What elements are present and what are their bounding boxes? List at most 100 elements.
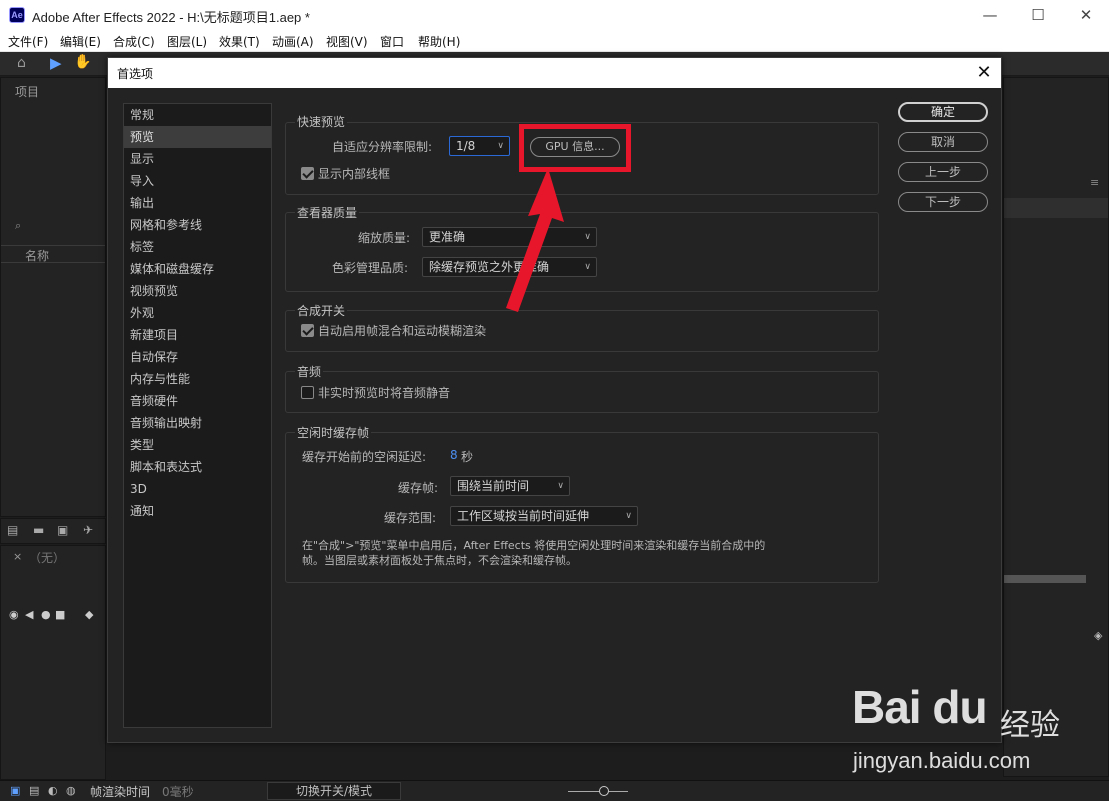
window-title: Adobe After Effects 2022 - H:\无标题项目1.aep… <box>32 10 310 25</box>
project-tab[interactable]: 项目 <box>15 83 39 100</box>
sidebar-item-preview[interactable]: 预览 <box>124 126 271 148</box>
idle-delay-unit: 秒 <box>461 450 474 464</box>
zoom-quality-label: 缩放质量: <box>358 231 411 245</box>
sidebar-item-general[interactable]: 常规 <box>124 104 271 126</box>
auto-enable-frame-blend-label: 自动启用帧混合和运动模糊渲染 <box>318 324 487 338</box>
color-management-label: 色彩管理品质: <box>332 261 409 275</box>
after-effects-logo-icon: Ae <box>9 7 25 23</box>
graph-icon[interactable]: ◐ <box>48 784 58 797</box>
chevron-down-icon: ∨ <box>584 232 591 242</box>
sidebar-item-new-project[interactable]: 新建项目 <box>124 324 271 346</box>
sidebar-item-notifications[interactable]: 通知 <box>124 500 271 522</box>
sidebar-item-video-preview[interactable]: 视频预览 <box>124 280 271 302</box>
idle-cache-note-line1: 在"合成">"预览"菜单中启用后，After Effects 将使用空闲处理时间… <box>302 539 766 552</box>
zoom-slider-track[interactable] <box>568 791 628 792</box>
menu-view[interactable]: 视图(V) <box>326 33 368 50</box>
project-panel: 项目 ⌕ 名称 <box>0 77 106 517</box>
cancel-button[interactable]: 取消 <box>898 132 988 152</box>
selection-tool-icon[interactable]: ▶ <box>50 54 62 72</box>
dialog-close-button[interactable]: ✕ <box>972 61 996 85</box>
status-bar: ▣ ▤ ◐ ◍ 帧渲染时间 0毫秒 切换开关/模式 <box>0 780 1109 801</box>
sidebar-item-memory-performance[interactable]: 内存与性能 <box>124 368 271 390</box>
dialog-titlebar: 首选项 ✕ <box>108 58 1001 88</box>
mute-audio-checkbox[interactable] <box>301 386 314 399</box>
interpret-footage-icon[interactable]: ▤ <box>7 523 18 537</box>
zoom-slider-handle[interactable] <box>599 786 609 796</box>
home-icon[interactable]: ⌂ <box>17 55 26 71</box>
sidebar-item-grids-guides[interactable]: 网格和参考线 <box>124 214 271 236</box>
menu-edit[interactable]: 编辑(E) <box>60 33 101 50</box>
layer-switch-icon[interactable]: ▣ <box>10 784 20 797</box>
sidebar-item-appearance[interactable]: 外观 <box>124 302 271 324</box>
chevron-down-icon: ∨ <box>497 141 504 151</box>
minimize-button[interactable]: — <box>967 2 1013 28</box>
watermark-url: jingyan.baidu.com <box>853 748 1031 773</box>
viewer-quality-group <box>285 212 879 292</box>
cache-range-label: 缓存范围: <box>384 511 437 525</box>
label-tag-icon[interactable]: ◆ <box>85 608 93 621</box>
speaker-icon[interactable]: ◍ <box>66 784 76 797</box>
visibility-icon[interactable]: ◉ <box>9 608 19 621</box>
close-comp-tab-icon[interactable]: × <box>13 550 22 563</box>
idle-delay-label: 缓存开始前的空闲延迟: <box>302 450 427 464</box>
sidebar-item-auto-save[interactable]: 自动保存 <box>124 346 271 368</box>
timeline-nav-icon[interactable]: ◈ <box>1094 629 1102 642</box>
idle-delay-value[interactable]: 8 <box>450 448 458 462</box>
cache-frames-dropdown[interactable]: 围绕当前时间 ∨ <box>450 476 570 496</box>
hand-tool-icon[interactable]: ✋ <box>74 54 91 70</box>
baidu-logo-icon: Bai du <box>852 681 988 733</box>
idle-cache-note-line2: 帧。当图层或素材面板处于焦点时，不会渲染和缓存帧。 <box>302 554 577 567</box>
show-wireframe-label: 显示内部线框 <box>318 167 391 181</box>
previous-button[interactable]: 上一步 <box>898 162 988 182</box>
cache-frames-value: 围绕当前时间 <box>457 479 530 493</box>
solo-icon[interactable]: ● <box>41 608 51 621</box>
frame-render-time-label: 帧渲染时间 <box>90 785 151 799</box>
sidebar-item-scripting-expressions[interactable]: 脚本和表达式 <box>124 456 271 478</box>
sidebar-item-audio-output-mapping[interactable]: 音频输出映射 <box>124 412 271 434</box>
dialog-title: 首选项 <box>117 67 154 81</box>
sidebar-item-labels[interactable]: 标签 <box>124 236 271 258</box>
cache-range-dropdown[interactable]: 工作区域按当前时间延伸 ∨ <box>450 506 638 526</box>
menu-file[interactable]: 文件(F) <box>8 33 48 50</box>
right-scrollbar[interactable] <box>1004 575 1086 583</box>
adaptive-resolution-label: 自适应分辨率限制: <box>332 140 433 154</box>
folder-icon[interactable]: ▬ <box>33 523 44 537</box>
sidebar-item-3d[interactable]: 3D <box>124 478 271 500</box>
lock-icon[interactable]: ■ <box>55 608 65 621</box>
auto-enable-frame-blend-checkbox[interactable] <box>301 324 314 337</box>
right-panel-header <box>1004 198 1108 218</box>
sidebar-item-media-cache[interactable]: 媒体和磁盘缓存 <box>124 258 271 280</box>
sidebar-item-import[interactable]: 导入 <box>124 170 271 192</box>
new-comp-icon[interactable]: ▣ <box>57 523 68 537</box>
chevron-down-icon: ∨ <box>557 481 564 491</box>
menu-animation[interactable]: 动画(A) <box>272 33 314 50</box>
show-wireframe-checkbox[interactable] <box>301 167 314 180</box>
idle-cache-title: 空闲时缓存帧 <box>295 424 372 441</box>
next-button[interactable]: 下一步 <box>898 192 988 212</box>
sidebar-item-audio-hardware[interactable]: 音频硬件 <box>124 390 271 412</box>
project-column-header: 名称 <box>1 245 105 263</box>
transfer-controls-icon[interactable]: ▤ <box>29 784 39 797</box>
close-window-button[interactable]: ✕ <box>1063 2 1109 28</box>
adaptive-resolution-dropdown[interactable]: 1/8 ∨ <box>449 136 510 156</box>
menu-composition[interactable]: 合成(C) <box>113 33 155 50</box>
name-column-header[interactable]: 名称 <box>25 247 49 264</box>
sidebar-item-output[interactable]: 输出 <box>124 192 271 214</box>
search-icon[interactable]: ⌕ <box>15 219 21 233</box>
sidebar-item-display[interactable]: 显示 <box>124 148 271 170</box>
menu-help[interactable]: 帮助(H) <box>418 33 460 50</box>
comp-tab[interactable]: （无） <box>29 549 65 566</box>
watermark-jingyan: 经验 <box>1000 708 1060 743</box>
sidebar-item-type[interactable]: 类型 <box>124 434 271 456</box>
menu-layer[interactable]: 图层(L) <box>167 33 207 50</box>
menu-effect[interactable]: 效果(T) <box>219 33 260 50</box>
render-queue-icon[interactable]: ✈ <box>83 523 93 537</box>
red-pointer-arrow-icon <box>506 168 564 312</box>
panel-menu-icon[interactable]: ≡ <box>1090 176 1099 189</box>
maximize-button[interactable]: ☐ <box>1015 2 1061 28</box>
menu-bar: 文件(F) 编辑(E) 合成(C) 图层(L) 效果(T) 动画(A) 视图(V… <box>0 30 1109 52</box>
ok-button[interactable]: 确定 <box>898 102 988 122</box>
menu-window[interactable]: 窗口 <box>380 33 404 50</box>
toggle-switches-modes-button[interactable]: 切换开关/模式 <box>267 782 401 800</box>
audio-icon[interactable]: ◀ <box>25 608 33 621</box>
